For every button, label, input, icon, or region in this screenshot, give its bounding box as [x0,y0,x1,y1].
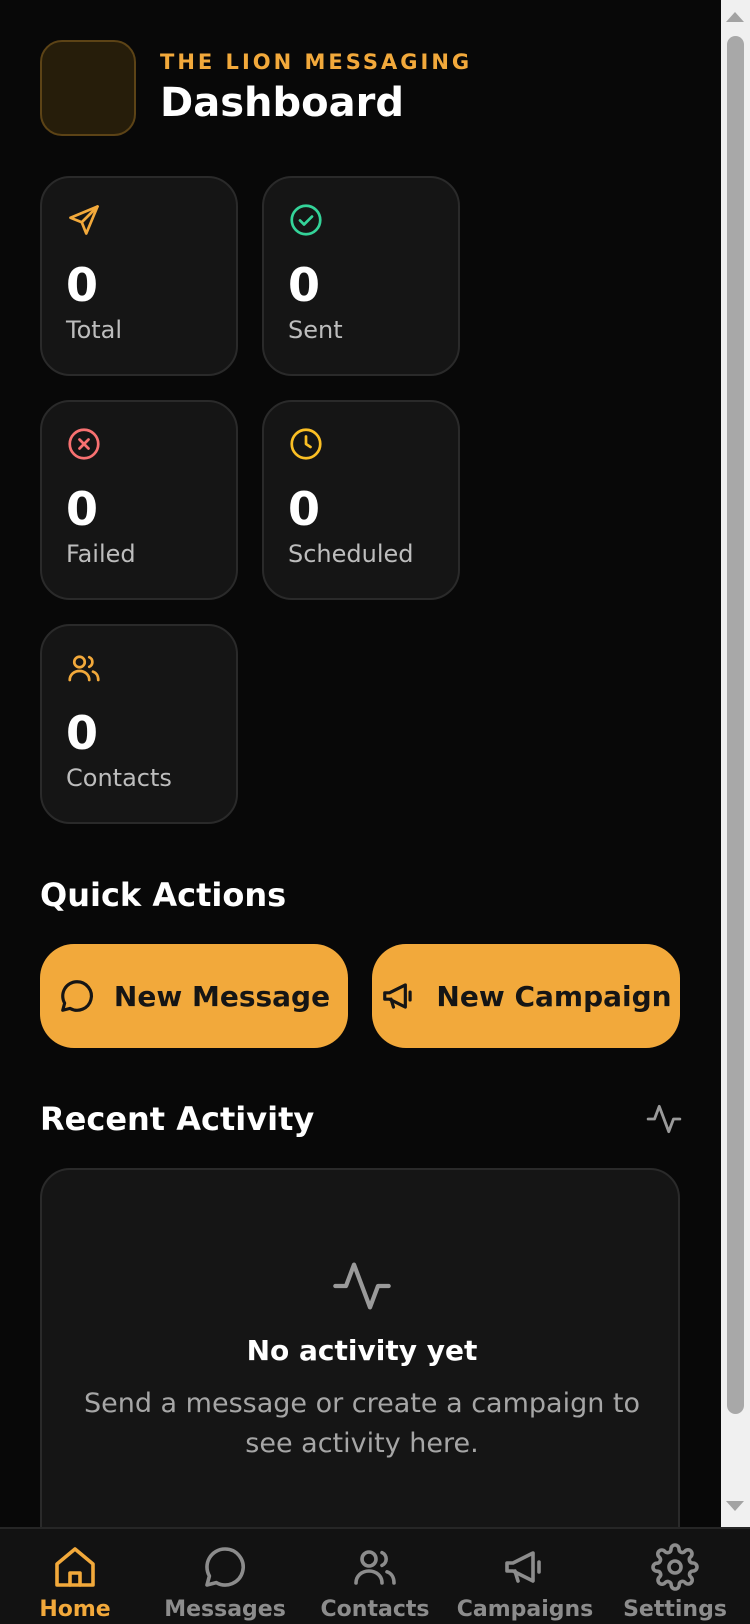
stat-value: 0 [288,482,321,536]
brand-name: THE LION MESSAGING [160,50,473,74]
new-message-label: New Message [113,979,331,1013]
send-icon [69,205,99,235]
page-title: Dashboard [160,80,404,126]
nav-item-contacts[interactable]: Contacts [300,1529,450,1624]
empty-description: Send a message or create a campaign to s… [83,1388,641,1459]
stat-value: 0 [66,706,99,760]
stat-card-total: 0 Total [40,176,238,376]
new-campaign-label: New Campaign [436,979,672,1013]
dashboard-screen: THE LION MESSAGING Dashboard 0 Total 0 S… [0,0,750,1624]
stat-card-sent: 0 Sent [262,176,460,376]
scroll-down-arrow[interactable] [726,1501,744,1511]
stat-label: Total [66,316,123,344]
empty-title: No activity yet [246,1334,478,1367]
stat-label: Scheduled [288,540,414,568]
message-icon [61,980,93,1012]
gear-icon [651,1543,699,1591]
stat-card-scheduled: 0 Scheduled [262,400,460,600]
nav-item-campaigns[interactable]: Campaigns [450,1529,600,1624]
stat-label: Sent [288,316,343,344]
home-icon [55,1547,95,1587]
stat-value: 0 [288,258,321,312]
stat-label: Failed [66,540,136,568]
scroll-up-arrow[interactable] [726,12,744,22]
app-logo [40,40,136,136]
clock-icon [290,428,322,460]
new-campaign-button[interactable]: New Campaign [372,944,680,1048]
nav-label: Campaigns [456,1597,594,1622]
megaphone-icon [383,983,413,1009]
nav-item-home[interactable]: Home [0,1529,150,1624]
bottom-nav: Home Messages Contacts Campaigns Setting… [0,1527,750,1624]
message-icon [205,1547,245,1587]
nav-label: Messages [164,1597,286,1622]
stat-card-failed: 0 Failed [40,400,238,600]
stat-card-contacts: 0 Contacts [40,624,238,824]
stat-value: 0 [66,482,99,536]
quick-actions-title: Quick Actions [40,876,287,914]
activity-pulse-icon [333,1262,391,1310]
users-icon [68,655,100,682]
nav-item-settings[interactable]: Settings [600,1529,750,1624]
new-message-button[interactable]: New Message [40,944,348,1048]
check-circle-icon [290,204,322,236]
nav-label: Home [39,1597,111,1622]
megaphone-icon [505,1551,541,1583]
scroll-thumb[interactable] [727,36,744,1414]
users-icon [354,1550,396,1585]
nav-label: Contacts [320,1597,430,1622]
stat-label: Contacts [66,764,172,792]
activity-icon [646,1104,682,1134]
activity-empty-card: No activity yet Send a message or create… [40,1168,680,1588]
x-circle-icon [68,428,100,460]
recent-activity-title: Recent Activity [40,1100,315,1138]
stat-value: 0 [66,258,99,312]
nav-item-messages[interactable]: Messages [150,1529,300,1624]
nav-label: Settings [623,1597,727,1622]
